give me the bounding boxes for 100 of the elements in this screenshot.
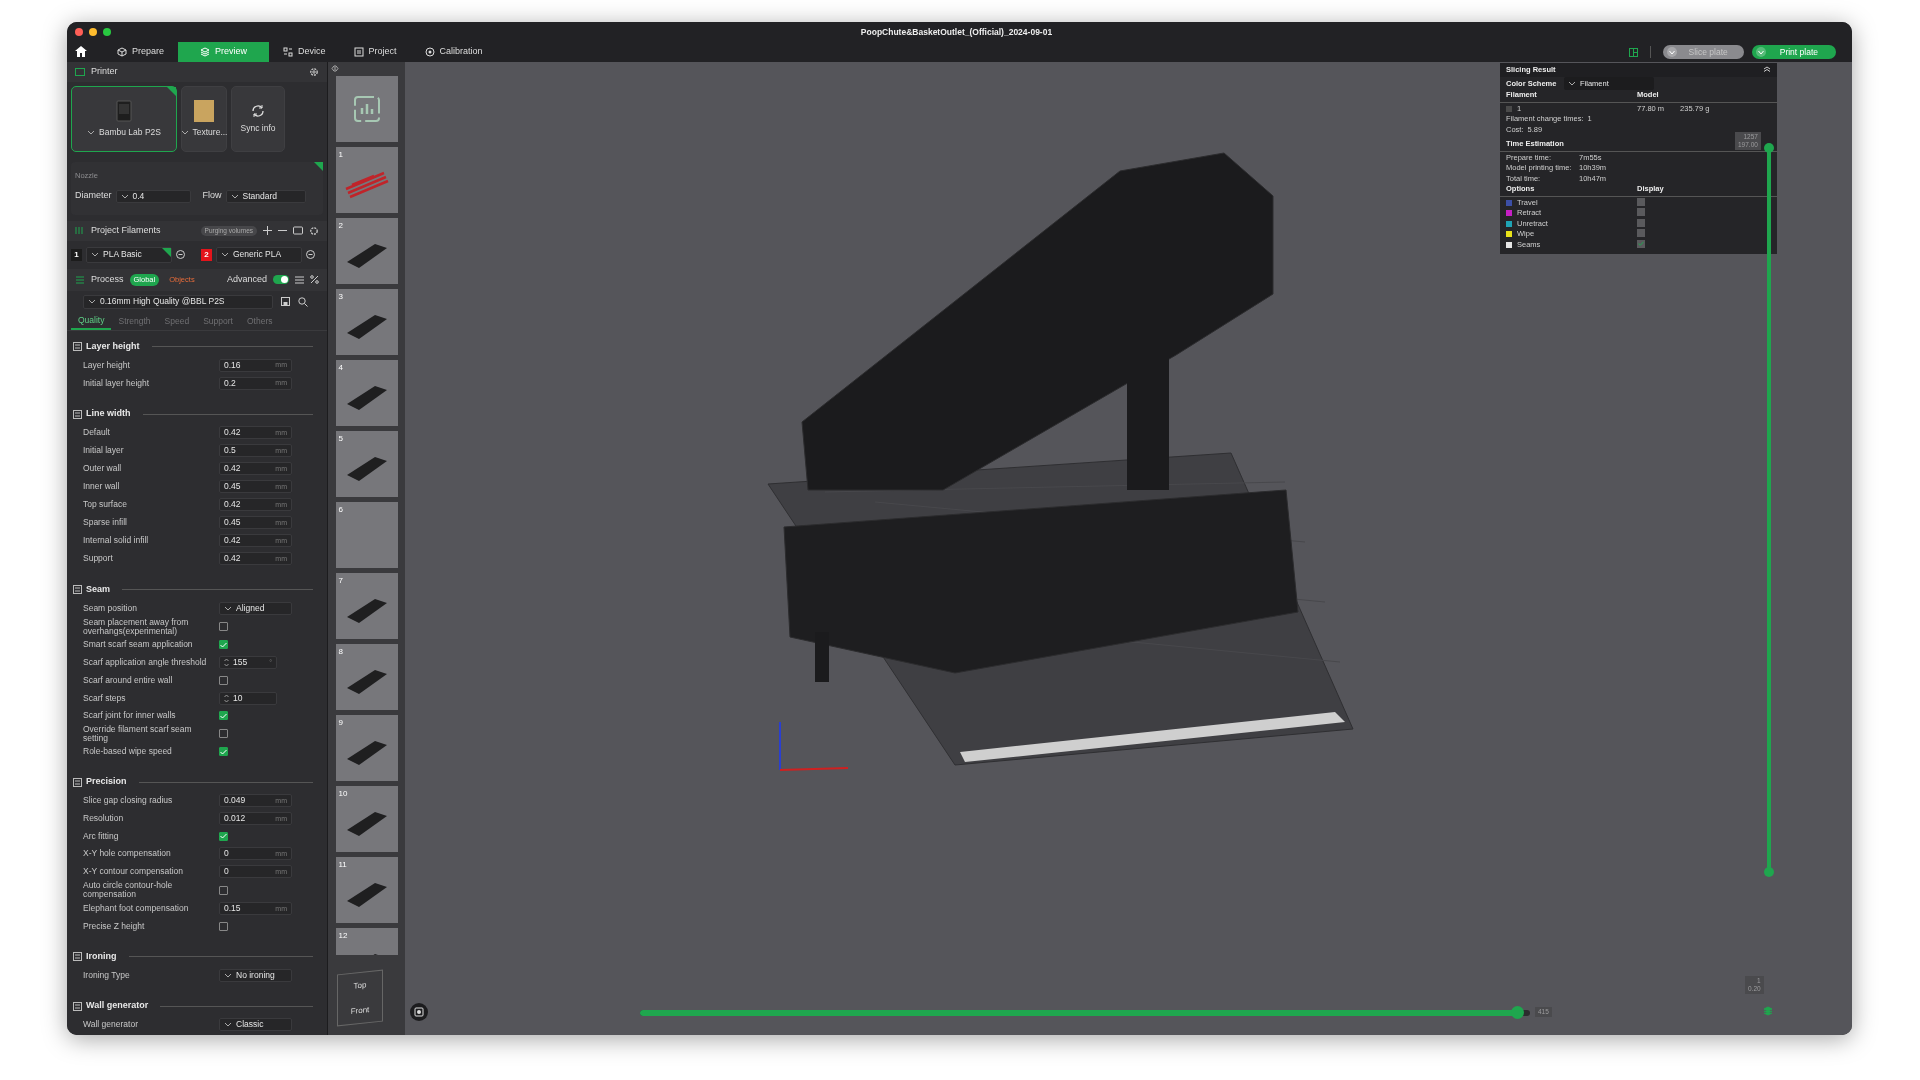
sync-button[interactable]: Sync info [231,86,285,152]
tab[interactable]: Calibration [410,42,497,62]
checkbox[interactable] [1637,229,1645,237]
tab[interactable]: Prepare [103,42,179,62]
camera-icon[interactable] [410,1003,428,1021]
plate-number: 8 [338,646,343,658]
plate-number: 10 [338,788,348,800]
plate-thumbnail[interactable]: 2 [335,218,398,284]
setting-label: Resolution [83,814,125,824]
spinner-icon [224,693,229,703]
material-select[interactable]: PLA Basic [86,246,172,263]
chart-icon [353,96,380,122]
plate-thumbnail[interactable]: 4 [335,360,398,426]
plate-thumbnail[interactable]: 1 [335,147,398,213]
flow-select[interactable]: Standard [225,189,306,203]
plate-card[interactable]: Texture... [181,86,227,152]
advanced-toggle[interactable] [273,275,289,285]
section-title: Project Filaments [91,224,161,237]
more-icon[interactable] [176,250,185,260]
section-title: Process [91,273,124,286]
window-title: PoopChute&BasketOutlet_(Official)_2024-09-01 [860,25,1053,39]
setting-label: Scarf around entire wall [83,676,174,686]
plate-number: 7 [338,575,343,587]
home-icon[interactable] [75,46,87,58]
spin-field[interactable]: 10 [219,691,277,705]
plate-thumbnail[interactable]: 11 [335,857,398,923]
plus-icon[interactable] [263,226,272,236]
material-select[interactable]: Generic PLA [216,246,302,263]
checkbox[interactable] [1637,197,1645,206]
plate-thumbnail[interactable]: 5 [335,431,398,497]
section-icon [73,1001,82,1011]
settings-icon[interactable] [309,225,319,236]
chevron-icon [180,128,189,136]
checkbox[interactable] [219,711,228,721]
dropdown-field[interactable]: Aligned [219,601,292,615]
checkbox[interactable] [219,921,228,931]
collapse-icon[interactable] [1763,66,1771,72]
plate-thumbnail[interactable]: 3 [335,289,398,355]
percent-icon[interactable] [310,275,319,285]
field-label: Flow [202,189,222,203]
preset-select[interactable]: 0.16mm High Quality @BBL P2S [83,294,273,309]
setting-label: Ironing Type [83,970,131,980]
collapse-icon[interactable] [331,65,339,72]
plate-thumbnail[interactable]: 6 [335,502,398,568]
diameter-select[interactable]: 0.4 [115,189,191,203]
sync-icon [251,103,265,118]
settings-tab[interactable]: Quality [71,312,112,330]
checkbox[interactable] [219,676,228,686]
checkbox[interactable] [1637,208,1645,216]
save-icon[interactable] [281,297,290,307]
checkbox[interactable] [219,747,228,757]
setting-label: Smart scarf seam application [83,640,194,650]
list-icon[interactable] [295,275,304,284]
slider-thumb[interactable] [1510,1006,1524,1019]
target-icon [424,47,435,57]
tab[interactable]: Device [269,42,340,62]
plate-thumbnail[interactable]: 9 [335,715,398,781]
checkbox[interactable] [219,729,228,739]
tab[interactable]: Project [339,42,411,62]
setting-label: Scarf joint for inner walls [83,711,177,721]
layer-slider[interactable] [1763,142,1775,878]
checkbox[interactable] [219,622,228,632]
plate-number: 11 [338,859,347,871]
monitor-icon [75,67,85,77]
section-heading: Layer height [86,339,140,353]
checkbox[interactable] [219,831,228,841]
setting-label: Sparse infill [83,518,128,528]
check-icon [220,748,227,755]
printer-card[interactable]: Bambu Lab P2S [71,86,177,152]
check-icon [220,833,227,840]
setting-label: Layer height [83,360,131,370]
setting-label: Scarf steps [83,693,127,703]
dropdown-field[interactable]: No ironing [219,968,292,982]
search-icon[interactable] [298,296,308,307]
plate-type: Texture... [192,125,228,139]
setting-label: Override filament scarf seam setting [83,724,193,743]
checkbox[interactable] [1637,239,1645,248]
settings-icon[interactable] [309,67,319,77]
view-cube[interactable]: Top Front [337,969,383,1027]
more-icon[interactable] [306,250,315,260]
checkbox[interactable] [1637,218,1645,227]
plate-thumbnail[interactable]: 10 [335,786,398,852]
plate-number: 5 [338,433,343,445]
setting-label: Auto circle contour-hole compensation [83,881,174,900]
section-heading: Precision [86,775,127,789]
plate-thumbnail[interactable]: 8 [335,644,398,710]
dropdown-field[interactable]: Classic [219,1018,292,1032]
chevron-icon [91,251,99,259]
plate-thumbnail[interactable]: 7 [335,573,398,639]
panel-icon[interactable] [1628,47,1638,57]
cube-icon [117,47,127,57]
field-label: Diameter [75,189,112,203]
device-icon [283,47,294,57]
checkbox[interactable] [219,885,228,895]
setting-label: Support [83,554,114,564]
palette-icon[interactable] [293,226,303,236]
filament-icon [75,226,85,236]
checkbox[interactable] [219,640,228,650]
setting-label: Outer wall [83,464,123,474]
plate-thumbnail[interactable]: 12 [335,928,398,955]
